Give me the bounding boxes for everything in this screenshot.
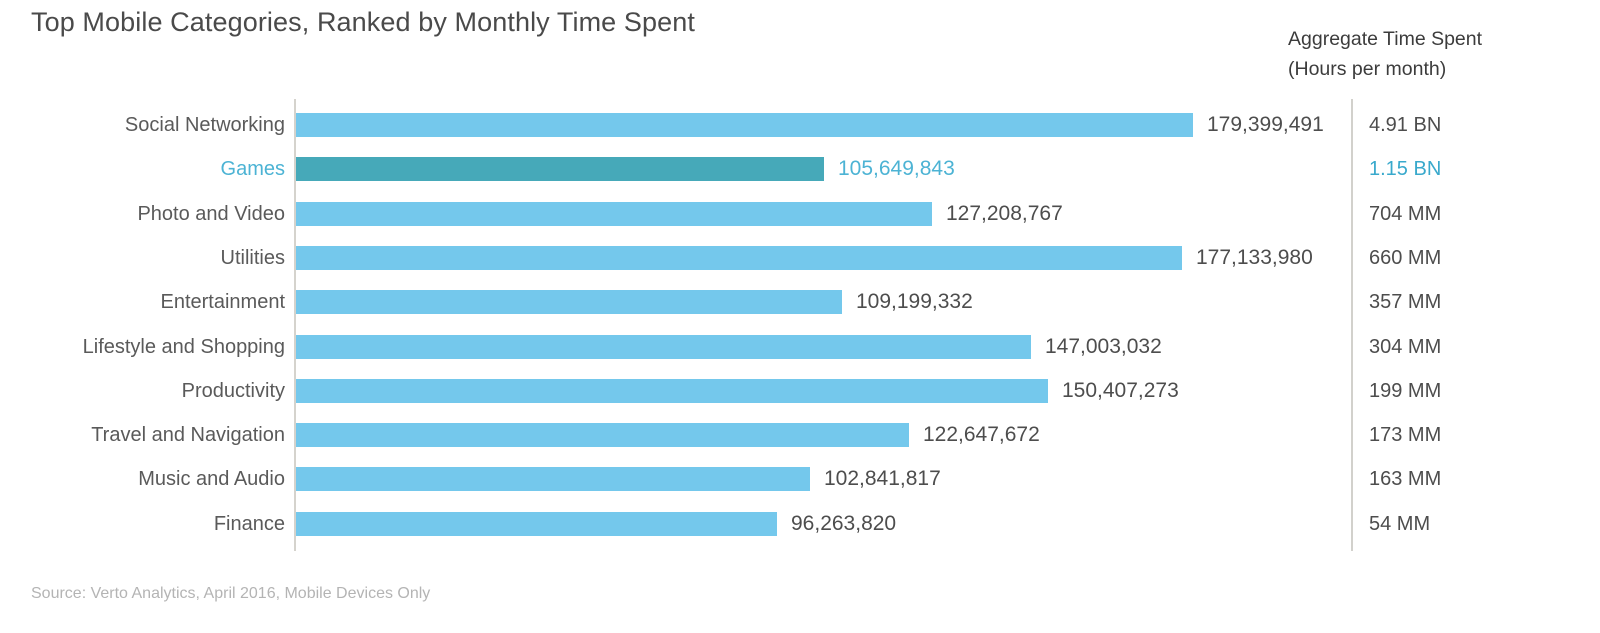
bar[interactable] — [296, 334, 1031, 359]
bar-value-label: 109,199,332 — [856, 290, 973, 314]
aggregate-value-label: 660 MM — [1369, 246, 1442, 269]
category-label: Utilities — [220, 246, 285, 269]
bar[interactable] — [296, 423, 909, 448]
category-label: Lifestyle and Shopping — [82, 335, 285, 358]
bar-track — [296, 423, 909, 448]
aggregate-value-label: 304 MM — [1369, 335, 1442, 358]
aggregate-value-label: 4.91 BN — [1369, 114, 1442, 136]
bar-value-label: 179,399,491 — [1207, 113, 1324, 136]
bar-track — [296, 113, 1193, 137]
bar-row[interactable]: Lifestyle and Shopping 147,003,032 304 MM — [0, 325, 1600, 369]
aggregate-value-label: 173 MM — [1369, 424, 1442, 447]
bar[interactable] — [296, 290, 842, 315]
category-label: Productivity — [181, 379, 285, 402]
bar-row[interactable]: Games 105,649,843 1.15 BN — [0, 147, 1600, 191]
source-note: Source: Verto Analytics, April 2016, Mob… — [31, 585, 431, 602]
aggregate-value-label: 357 MM — [1369, 291, 1442, 314]
category-label: Music and Audio — [138, 468, 285, 491]
bar-value-label: 147,003,032 — [1045, 334, 1162, 358]
bar[interactable] — [296, 511, 777, 536]
category-label: Finance — [213, 512, 285, 535]
bar-row[interactable]: Finance 96,263,820 54 MM — [0, 502, 1600, 546]
bar-row[interactable]: Utilities 177,133,980 660 MM — [0, 236, 1600, 280]
category-label: Games — [220, 158, 285, 181]
category-label: Travel and Navigation — [91, 424, 285, 447]
category-label: Social Networking — [124, 114, 285, 136]
bar-row[interactable]: Entertainment 109,199,332 357 MM — [0, 280, 1600, 324]
bar-row[interactable]: Travel and Navigation 122,647,672 173 MM — [0, 413, 1600, 457]
category-label: Photo and Video — [137, 202, 285, 225]
bar-value-label: 102,841,817 — [824, 467, 941, 491]
bar-chart-plot: Social Networking 179,399,491 4.91 BN Games… — [0, 0, 1600, 633]
bar-track — [296, 157, 824, 182]
bar-value-label: 127,208,767 — [946, 201, 1063, 225]
bar-value-label: 177,133,980 — [1196, 245, 1313, 269]
bar-track — [296, 467, 810, 492]
aggregate-value-label: 54 MM — [1369, 512, 1431, 535]
aggregate-value-label: 163 MM — [1369, 468, 1442, 491]
bar-track — [296, 201, 932, 226]
bar[interactable] — [296, 467, 810, 492]
aggregate-value-label: 1.15 BN — [1369, 158, 1442, 181]
bar-track — [296, 511, 777, 536]
bar-track — [296, 290, 842, 315]
bar-value-label: 122,647,672 — [923, 423, 1040, 447]
bar-row[interactable]: Photo and Video 127,208,767 704 MM — [0, 192, 1600, 236]
bar-row[interactable]: Social Networking 179,399,491 4.91 BN — [0, 103, 1600, 147]
bar[interactable] — [296, 245, 1182, 270]
bar-track — [296, 334, 1031, 359]
bar[interactable] — [296, 157, 824, 182]
bar[interactable] — [296, 201, 932, 226]
aggregate-value-label: 704 MM — [1369, 202, 1442, 225]
aggregate-value-label: 199 MM — [1369, 379, 1442, 402]
bar-value-label: 105,649,843 — [838, 157, 955, 181]
bar-row[interactable]: Music and Audio 102,841,817 163 MM — [0, 457, 1600, 501]
bar[interactable] — [296, 113, 1193, 137]
bar-row[interactable]: Productivity 150,407,273 199 MM — [0, 369, 1600, 413]
bar-value-label: 150,407,273 — [1062, 378, 1179, 402]
chart-page: Top Mobile Categories, Ranked by Monthly… — [0, 0, 1600, 633]
bar[interactable] — [296, 378, 1048, 403]
bar-track — [296, 245, 1182, 270]
bar-value-label: 96,263,820 — [791, 511, 897, 535]
bar-track — [296, 378, 1048, 403]
category-label: Entertainment — [160, 291, 285, 314]
